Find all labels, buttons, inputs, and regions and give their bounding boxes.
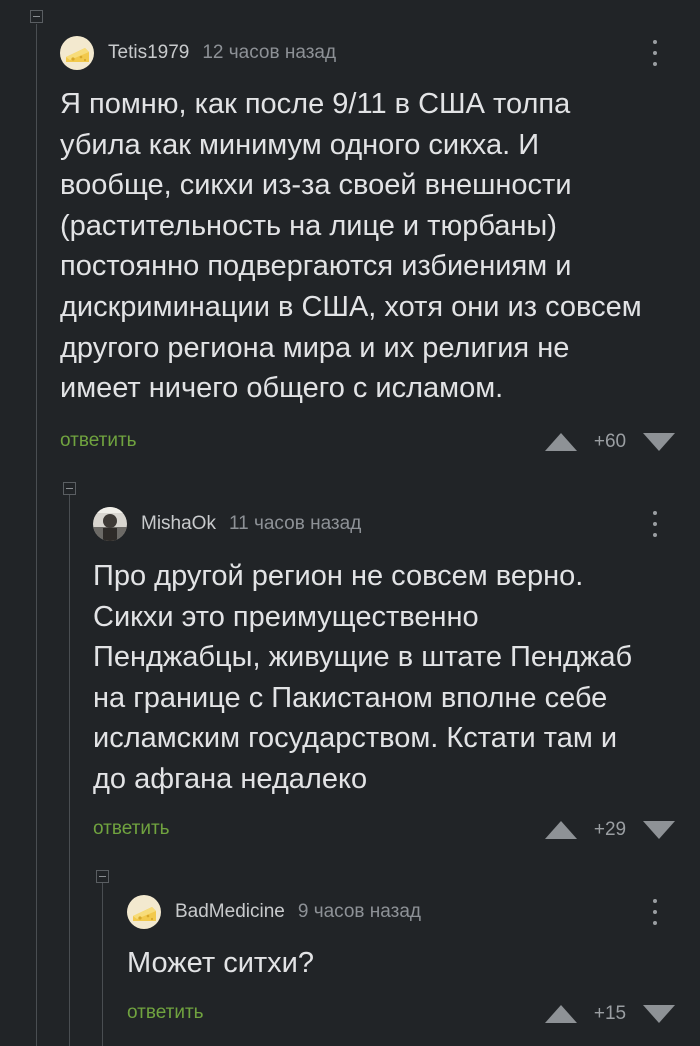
comment-header: BadMedicine 9 часов назад (127, 894, 421, 930)
downvote-icon[interactable] (643, 821, 675, 839)
comment-text: Может ситхи? (127, 947, 314, 979)
rating-value: +60 (593, 431, 627, 452)
comment-rating: +15 (545, 1002, 675, 1026)
comment-author[interactable]: MishaOk (141, 513, 216, 535)
upvote-icon[interactable] (545, 821, 577, 839)
comment-time: 9 часов назад (297, 901, 422, 922)
rating-value: +15 (593, 1003, 627, 1024)
cheese-avatar-icon[interactable] (60, 36, 94, 70)
comment-header: Tetis1979 12 часов назад (60, 35, 336, 71)
comment-rating: +29 (545, 818, 675, 842)
comment-text: Я помню, как после 9/11 в США толпа убил… (60, 88, 642, 405)
upvote-icon[interactable] (545, 433, 577, 451)
thread-line (69, 494, 70, 1046)
thread-line (36, 24, 37, 1046)
comment-author[interactable]: BadMedicine (175, 901, 285, 923)
user-photo-avatar-icon[interactable] (93, 507, 127, 541)
collapse-toggle[interactable] (63, 482, 76, 495)
cheese-avatar-icon[interactable] (127, 895, 161, 929)
thread-line (102, 882, 103, 1046)
downvote-icon[interactable] (643, 1005, 675, 1023)
comment-author[interactable]: Tetis1979 (108, 42, 189, 64)
rating-value: +29 (593, 819, 627, 840)
comment-header: MishaOk 11 часов назад (93, 506, 361, 542)
comment-text: Про другой регион не совсем верно. Сикхи… (93, 560, 633, 795)
more-options-icon[interactable] (645, 38, 665, 68)
downvote-icon[interactable] (643, 433, 675, 451)
collapse-toggle[interactable] (30, 10, 43, 23)
reply-button[interactable]: ответить (127, 1002, 204, 1024)
reply-button[interactable]: ответить (60, 430, 137, 452)
comment-time: 11 часов назад (228, 513, 362, 534)
more-options-icon[interactable] (645, 509, 665, 539)
collapse-toggle[interactable] (96, 870, 109, 883)
reply-button[interactable]: ответить (93, 818, 170, 840)
upvote-icon[interactable] (545, 1005, 577, 1023)
comment-rating: +60 (545, 430, 675, 454)
more-options-icon[interactable] (645, 897, 665, 927)
comments-thread: Tetis1979 12 часов назад Я помню, как по… (0, 0, 700, 1046)
comment-time: 12 часов назад (202, 42, 337, 63)
